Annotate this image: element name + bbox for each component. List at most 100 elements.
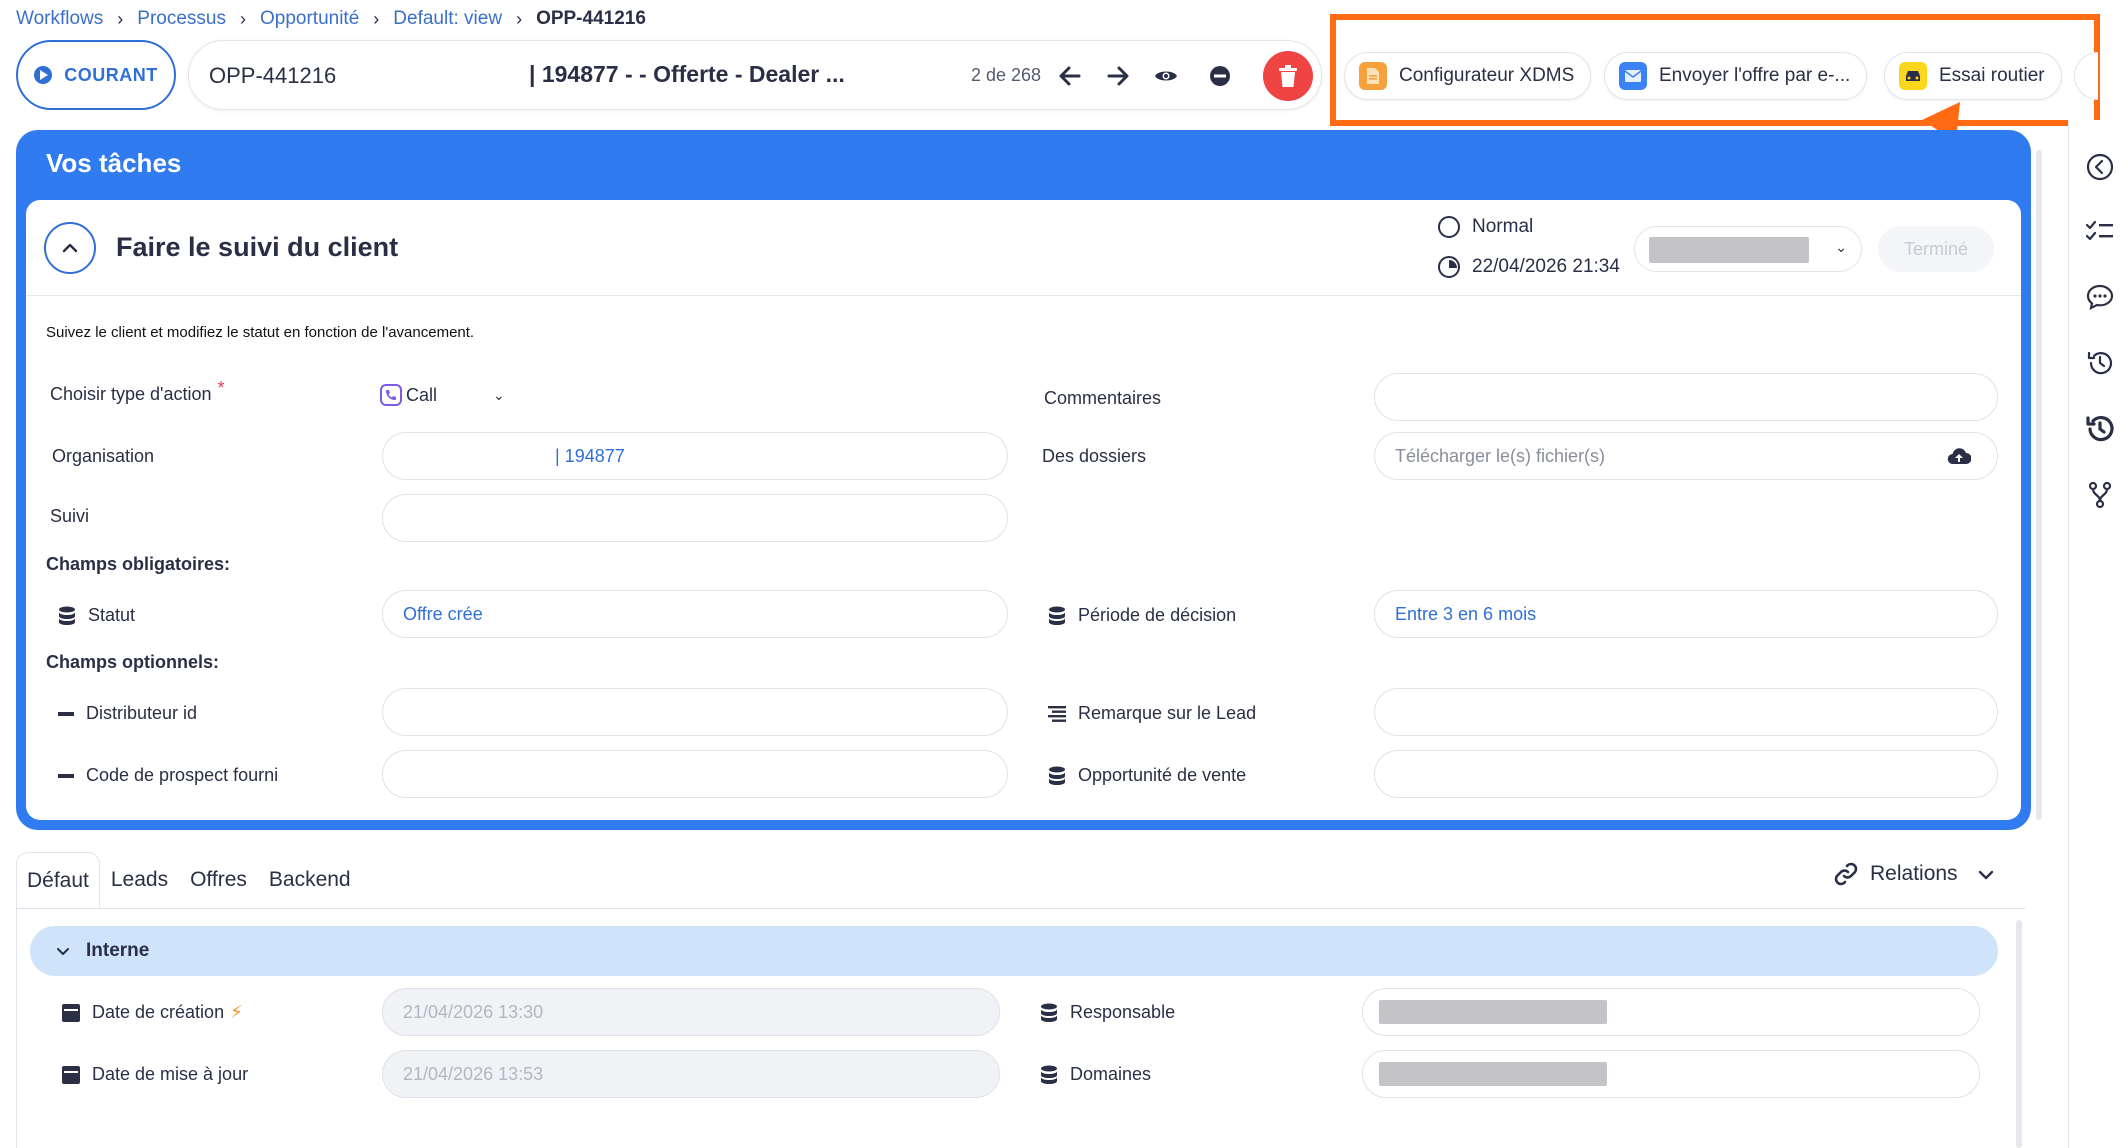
- required-marker: *: [217, 378, 225, 398]
- arrow-left-icon[interactable]: [1055, 61, 1085, 91]
- done-button[interactable]: Terminé: [1878, 226, 1994, 272]
- owner-field[interactable]: [1362, 988, 1980, 1036]
- database-icon: [1049, 606, 1065, 625]
- chat-icon[interactable]: [2085, 282, 2115, 312]
- tab-default[interactable]: Défaut: [16, 852, 100, 908]
- cloud-upload-icon[interactable]: [1947, 447, 1971, 465]
- comments-input[interactable]: [1374, 373, 1998, 421]
- scrollbar[interactable]: [2016, 920, 2022, 1148]
- link-icon: [1834, 862, 1858, 886]
- status-label-text: Statut: [88, 605, 136, 625]
- chevron-right-icon: ›: [516, 8, 523, 29]
- record-id: OPP-441216: [209, 63, 337, 88]
- collapse-task-button[interactable]: [44, 222, 96, 274]
- tab-backend[interactable]: Backend: [258, 852, 362, 908]
- breadcrumb-processus[interactable]: Processus: [137, 8, 226, 30]
- domains-field[interactable]: [1362, 1050, 1980, 1098]
- car-icon: [1899, 62, 1927, 90]
- relations-dropdown[interactable]: Relations: [1834, 862, 1994, 886]
- file-upload-input[interactable]: Télécharger le(s) fichier(s): [1374, 432, 1998, 480]
- test-drive-button[interactable]: Essai routier: [1884, 52, 2062, 100]
- xdms-configurator-button[interactable]: Configurateur XDMS: [1344, 52, 1592, 100]
- action-label: Envoyer l'offre par e-...: [1659, 65, 1851, 86]
- sales-opportunity-input[interactable]: [1374, 750, 1998, 798]
- created-date-label: Date de création ⚡: [62, 1002, 243, 1023]
- created-date-value: 21/04/2026 13:30: [403, 1001, 544, 1022]
- section-internal-toggle[interactable]: Interne: [30, 926, 1998, 976]
- breadcrumb-workflows[interactable]: Workflows: [16, 8, 103, 30]
- checklist-icon[interactable]: [2085, 216, 2115, 246]
- eye-icon[interactable]: [1151, 61, 1181, 91]
- due-date-value: 22/04/2026 21:34: [1472, 256, 1620, 277]
- distributor-id-input[interactable]: [382, 688, 1008, 736]
- lead-remark-input[interactable]: [1374, 688, 1998, 736]
- distributor-label-text: Distributeur id: [86, 703, 198, 723]
- breadcrumb-default-view[interactable]: Default: view: [393, 8, 502, 30]
- database-icon: [1041, 1003, 1057, 1022]
- updated-label-text: Date de mise à jour: [92, 1064, 249, 1084]
- status-button[interactable]: COURANT: [16, 40, 176, 110]
- history-icon[interactable]: [2085, 348, 2115, 378]
- decision-period-label: Période de décision: [1048, 605, 1236, 626]
- scrollbar[interactable]: [2036, 150, 2042, 820]
- lightning-icon: ⚡: [230, 1002, 243, 1022]
- organisation-label: Organisation: [52, 446, 155, 466]
- phone-icon: [380, 384, 402, 406]
- status-select[interactable]: Offre crée: [382, 590, 1008, 638]
- optional-fields-heading: Champs optionnels:: [46, 652, 220, 672]
- relations-label: Relations: [1870, 862, 1958, 885]
- required-fields-heading: Champs obligatoires:: [46, 554, 231, 574]
- tasks-panel-title: Vos tâches: [46, 148, 182, 178]
- priority-radio[interactable]: Normal: [1438, 216, 1533, 238]
- prospect-code-label-text: Code de prospect fourni: [86, 765, 279, 785]
- collapse-sidebar-icon[interactable]: [2085, 152, 2115, 182]
- updated-date-value: 21/04/2026 13:53: [403, 1063, 544, 1084]
- clock-icon: [1438, 256, 1460, 278]
- right-sidebar: [2068, 120, 2128, 1148]
- status-value: Offre crée: [403, 603, 483, 624]
- radio-icon: [1438, 216, 1460, 238]
- breadcrumb: Workflows › Processus › Opportunité › De…: [16, 6, 646, 32]
- send-offer-email-button[interactable]: Envoyer l'offre par e-...: [1604, 52, 1868, 100]
- domains-label-text: Domaines: [1070, 1064, 1152, 1084]
- tab-leads[interactable]: Leads: [100, 852, 179, 908]
- record-count: 2 de 268: [971, 65, 1042, 85]
- decision-period-value: Entre 3 en 6 mois: [1395, 603, 1537, 624]
- action-label: Essai routier: [1939, 65, 2045, 86]
- assignee-select[interactable]: ⌄: [1634, 226, 1862, 272]
- files-label: Des dossiers: [1042, 446, 1147, 466]
- sales-opp-label-text: Opportunité de vente: [1078, 765, 1247, 785]
- chevron-right-icon: ›: [117, 8, 124, 29]
- tab-offres[interactable]: Offres: [179, 852, 258, 908]
- decision-period-select[interactable]: Entre 3 en 6 mois: [1374, 590, 1998, 638]
- organisation-input[interactable]: | 194877: [382, 432, 1008, 480]
- decision-label-text: Période de décision: [1078, 605, 1237, 625]
- domains-label: Domaines: [1040, 1064, 1151, 1085]
- breadcrumb-opportunite[interactable]: Opportunité: [260, 8, 359, 30]
- revision-history-icon[interactable]: [2085, 414, 2115, 444]
- distributor-id-label: Distributeur id: [58, 703, 197, 724]
- action-type-select[interactable]: Call ⌄: [380, 384, 505, 406]
- redacted-owner: [1379, 1000, 1607, 1024]
- followup-input[interactable]: [382, 494, 1008, 542]
- trash-icon: [1279, 65, 1297, 87]
- database-icon: [1041, 1065, 1057, 1084]
- minus-icon: [58, 711, 74, 716]
- action-type-label-text: Choisir type d'action: [50, 384, 212, 404]
- tab-bar: Défaut Leads Offres Backend: [16, 852, 362, 908]
- organisation-value: | 194877: [555, 445, 625, 466]
- arrow-right-icon[interactable]: [1103, 61, 1133, 91]
- owner-label: Responsable: [1040, 1002, 1175, 1023]
- play-icon: [34, 66, 53, 84]
- delete-button[interactable]: [1263, 51, 1313, 101]
- lead-remark-label: Remarque sur le Lead: [1048, 703, 1256, 724]
- database-icon: [59, 606, 75, 625]
- branch-icon[interactable]: [2085, 480, 2115, 510]
- followup-label: Suivi: [50, 506, 90, 526]
- prospect-code-input[interactable]: [382, 750, 1008, 798]
- document-icon: [1359, 62, 1387, 90]
- chevron-up-icon: [62, 243, 78, 253]
- created-label-text: Date de création: [92, 1002, 225, 1022]
- chevron-down-icon: ⌄: [493, 386, 505, 403]
- minus-circle-icon[interactable]: [1205, 61, 1235, 91]
